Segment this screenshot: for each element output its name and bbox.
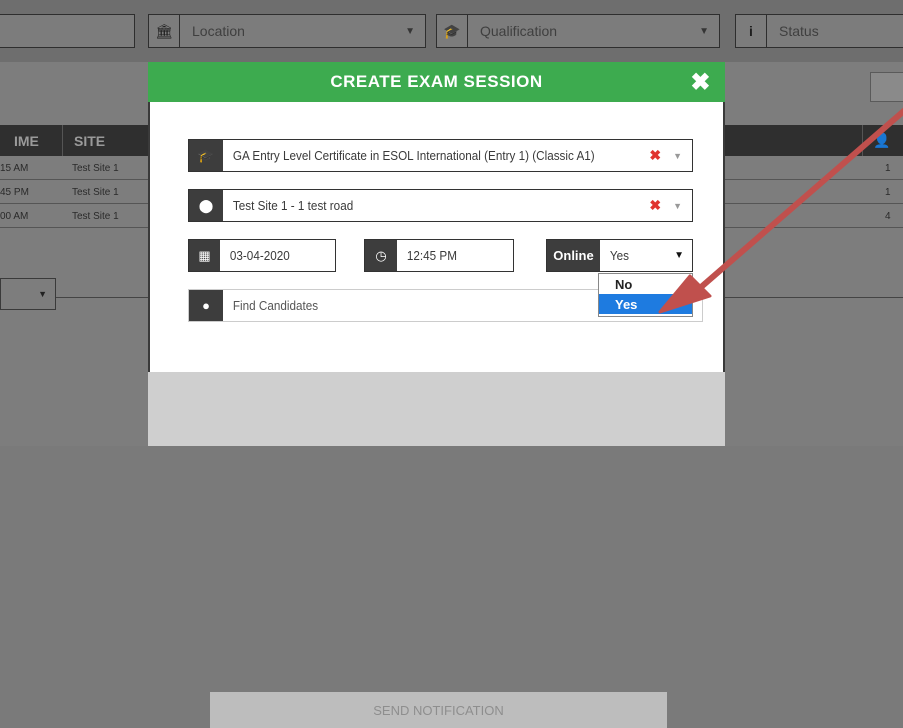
- send-notification-button[interactable]: SEND NOTIFICATION: [210, 692, 667, 728]
- annotation-arrow: [658, 107, 903, 314]
